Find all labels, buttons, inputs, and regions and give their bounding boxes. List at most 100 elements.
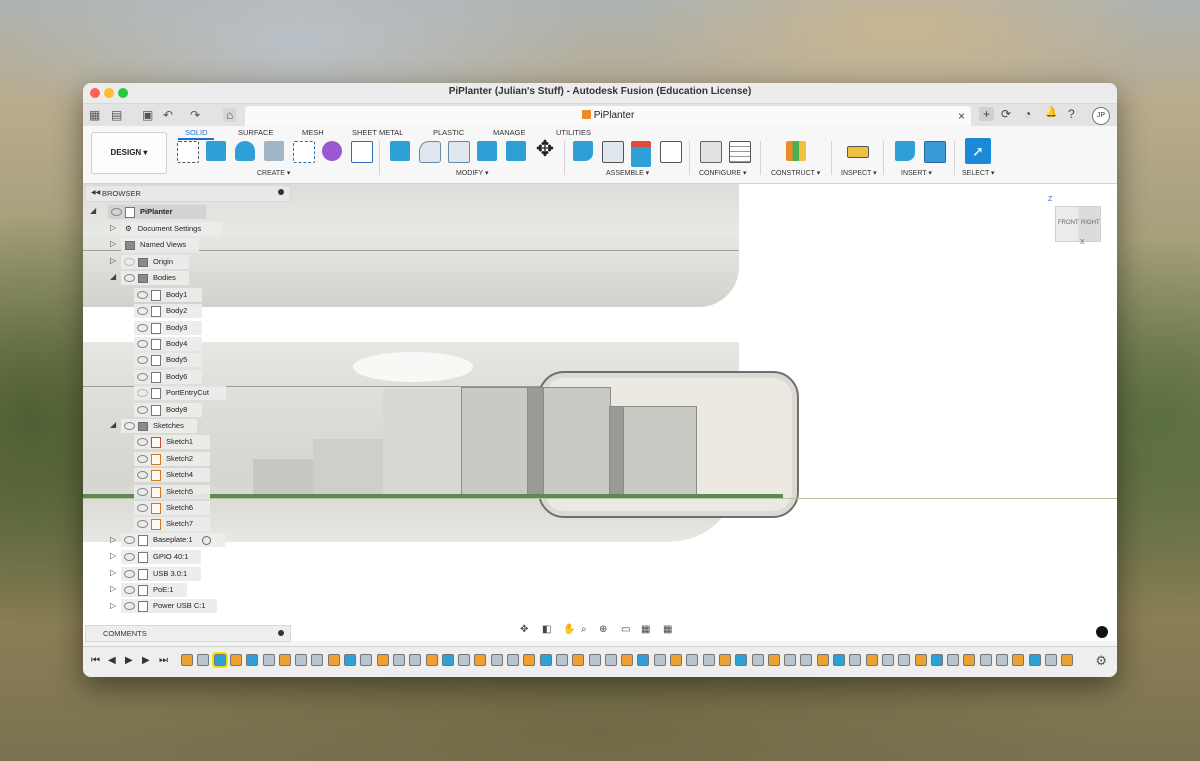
notifications-icon[interactable]: 🔔 xyxy=(1045,107,1057,118)
expand-arrow-icon[interactable]: ▷ xyxy=(110,584,116,593)
fit-icon[interactable]: ⊕ xyxy=(599,624,607,635)
timeline-feature-icon[interactable] xyxy=(360,654,373,666)
visibility-icon[interactable] xyxy=(137,406,148,415)
joint-origin-icon[interactable] xyxy=(660,141,682,163)
feedback-icon[interactable] xyxy=(1096,626,1108,638)
go-to-start-icon[interactable]: ⏮ xyxy=(91,655,100,666)
timeline-feature-icon[interactable] xyxy=(539,654,552,666)
tab-surface[interactable]: SURFACE xyxy=(238,128,273,137)
timeline-feature-icon[interactable] xyxy=(979,654,992,666)
help-icon[interactable]: ? xyxy=(1068,107,1075,121)
create-group-label[interactable]: CREATE ▾ xyxy=(257,169,290,177)
timeline-feature-icon[interactable] xyxy=(376,654,389,666)
timeline-feature-icon[interactable] xyxy=(181,654,193,666)
rectangular-pattern-icon[interactable] xyxy=(293,141,315,163)
timeline-feature-icon[interactable] xyxy=(621,654,634,666)
browser-item-body2[interactable]: Body2 xyxy=(134,304,202,318)
inspect-group-label[interactable]: INSPECT ▾ xyxy=(841,169,877,177)
timeline-feature-icon[interactable] xyxy=(523,654,536,666)
browser-item-baseplate[interactable]: Baseplate:1 xyxy=(121,533,225,547)
visibility-icon[interactable] xyxy=(137,340,148,349)
app-grid-icon[interactable]: ▦ xyxy=(89,108,100,122)
timeline-feature-icon[interactable] xyxy=(996,654,1008,666)
configure-group-label[interactable]: CONFIGURE ▾ xyxy=(699,169,746,177)
timeline-feature-icon[interactable] xyxy=(653,654,666,666)
orbit-icon[interactable]: ✥ xyxy=(520,624,528,635)
collapse-arrow-icon[interactable]: ◢ xyxy=(110,420,116,429)
timeline-feature-icon[interactable] xyxy=(930,654,943,666)
zoom-icon[interactable]: ⌕ xyxy=(581,624,587,635)
viewcube-right-label[interactable]: RIGHT xyxy=(1081,220,1100,226)
collapse-arrow-icon[interactable]: ◢ xyxy=(90,206,96,215)
browser-item-origin[interactable]: Origin xyxy=(121,255,189,269)
timeline-feature-icon[interactable] xyxy=(833,654,845,666)
visual-style-icon[interactable]: ▦ xyxy=(641,624,650,635)
visibility-icon[interactable] xyxy=(137,356,148,365)
timeline-feature-icon[interactable] xyxy=(784,654,797,666)
timeline-feature-icon[interactable] xyxy=(963,654,976,666)
home-icon[interactable]: ⌂ xyxy=(223,108,237,122)
timeline-feature-icon[interactable] xyxy=(311,654,324,666)
visibility-icon[interactable] xyxy=(137,291,148,300)
timeline-feature-icon[interactable] xyxy=(735,654,748,666)
visibility-icon[interactable] xyxy=(124,422,135,431)
canvas-icon[interactable] xyxy=(924,141,946,163)
visibility-icon[interactable] xyxy=(124,586,135,595)
visibility-icon[interactable] xyxy=(124,274,135,283)
timeline-feature-icon[interactable] xyxy=(588,654,601,666)
timeline-feature-icon[interactable] xyxy=(604,654,617,666)
timeline-feature-icon[interactable] xyxy=(490,654,503,666)
timeline-feature-icon[interactable] xyxy=(947,654,960,666)
timeline-feature-icon[interactable] xyxy=(865,654,878,666)
timeline-feature-icon[interactable] xyxy=(392,654,405,666)
visibility-icon[interactable] xyxy=(137,504,148,513)
visibility-icon[interactable] xyxy=(137,389,148,398)
display-settings-icon[interactable]: ▭ xyxy=(621,624,630,635)
browser-item-bodies[interactable]: Bodies xyxy=(121,271,189,285)
expand-arrow-icon[interactable]: ▷ xyxy=(110,568,116,577)
select-group-label[interactable]: SELECT ▾ xyxy=(962,169,995,177)
timeline-feature-icon[interactable] xyxy=(262,654,275,666)
play-icon[interactable]: ▶ xyxy=(125,655,133,666)
visibility-icon[interactable] xyxy=(137,455,148,464)
timeline-feature-icon[interactable] xyxy=(278,654,291,666)
visibility-icon[interactable] xyxy=(124,570,135,579)
job-status-icon[interactable]: ◔ xyxy=(1024,107,1031,121)
assemble-group-label[interactable]: ASSEMBLE ▾ xyxy=(606,169,649,177)
visibility-icon[interactable] xyxy=(124,602,135,611)
timeline-features[interactable] xyxy=(181,652,1081,668)
fillet-icon[interactable] xyxy=(419,141,441,163)
redo-icon[interactable]: ↷ xyxy=(190,108,200,122)
timeline-feature-icon[interactable] xyxy=(507,654,519,666)
browser-item-body6[interactable]: Body6 xyxy=(134,370,202,384)
browser-item-sketch4[interactable]: Sketch4 xyxy=(134,468,210,482)
browser-item-port-entry-cut[interactable]: PortEntryCut xyxy=(134,386,226,400)
view-cube[interactable]: FRONT RIGHT xyxy=(1055,206,1101,242)
chamfer-icon[interactable] xyxy=(448,141,470,163)
timeline-feature-icon[interactable] xyxy=(555,654,568,666)
activate-component-icon[interactable] xyxy=(201,535,211,545)
close-tab-icon[interactable]: × xyxy=(958,109,965,123)
browser-item-sketches[interactable]: Sketches xyxy=(121,419,197,433)
hole-icon[interactable] xyxy=(264,141,284,161)
browser-item-body8[interactable]: Body8 xyxy=(134,403,202,417)
browser-item-sketch6[interactable]: Sketch6 xyxy=(134,501,210,515)
visibility-icon[interactable] xyxy=(137,438,148,447)
browser-item-gpio[interactable]: GPIO 40:1 xyxy=(121,550,201,564)
insert-group-label[interactable]: INSERT ▾ xyxy=(901,169,932,177)
tab-plastic[interactable]: PLASTIC xyxy=(433,128,464,137)
timeline-feature-icon[interactable] xyxy=(197,654,210,666)
visibility-icon[interactable] xyxy=(137,488,148,497)
tab-solid[interactable]: SOLID xyxy=(185,128,208,137)
tab-mesh[interactable]: MESH xyxy=(302,128,324,137)
user-avatar[interactable]: JP xyxy=(1092,107,1110,125)
select-icon[interactable]: ➚ xyxy=(965,138,991,164)
go-to-end-icon[interactable]: ⏭ xyxy=(159,655,168,666)
browser-item-body5[interactable]: Body5 xyxy=(134,353,202,367)
as-built-joint-icon[interactable] xyxy=(631,141,651,167)
expand-arrow-icon[interactable]: ▷ xyxy=(110,239,116,248)
tab-utilities[interactable]: UTILITIES xyxy=(556,128,591,137)
browser-item-body4[interactable]: Body4 xyxy=(134,337,202,351)
expand-arrow-icon[interactable]: ▷ xyxy=(110,535,116,544)
visibility-icon[interactable] xyxy=(124,536,135,545)
